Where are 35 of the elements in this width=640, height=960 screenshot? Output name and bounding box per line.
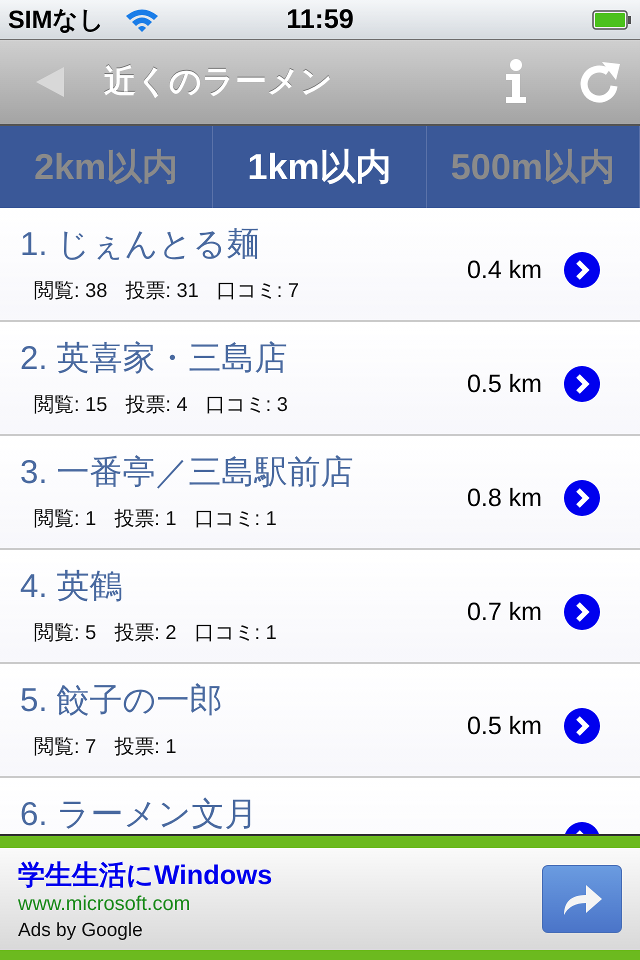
distance-label: 0.4 km: [466, 256, 542, 284]
wifi-icon: [124, 6, 160, 32]
shop-name: 1. じぇんとる麺: [20, 224, 261, 264]
stat-label: 投票: 1: [114, 735, 176, 760]
ad-headline[interactable]: 学生生活にWindows: [18, 856, 542, 892]
distance-label: 0.5 km: [466, 370, 542, 398]
shop-name: 5. 餃子の一郎: [20, 680, 224, 720]
clock-time: 11:59: [286, 4, 354, 35]
stat-label: 投票: 4: [125, 393, 188, 418]
stat-label: 投票: 2: [114, 621, 176, 646]
stat-label: 投票: 31: [125, 279, 199, 304]
distance-label: 0.8 km: [466, 484, 542, 512]
stat-label: 口コミ: 3: [206, 393, 288, 418]
stat-label: 口コミ: 7: [216, 279, 299, 304]
carrier-label: SIMなし: [8, 5, 104, 36]
stat-label: 閲覧: 7: [34, 735, 96, 760]
stat-label: 投票: 1: [114, 507, 176, 532]
distance-label: 0.7 km: [466, 598, 542, 626]
stat-label: 閲覧: 38: [34, 279, 108, 304]
stat-label: 口コミ: 1: [194, 507, 277, 532]
ad-url[interactable]: www.microsoft.com: [18, 892, 542, 916]
stat-label: 口コミ: 1: [194, 621, 277, 646]
shop-name: 6. ラーメン文月: [20, 794, 259, 834]
shop-name: 3. 一番亭／三島駅前店: [20, 452, 355, 492]
ad-banner[interactable]: 学生生活にWindows www.microsoft.com Ads by Google: [0, 834, 640, 960]
shop-name: 2. 英喜家・三島店: [20, 338, 289, 378]
ad-open-button[interactable]: [542, 865, 622, 933]
battery-icon: [592, 10, 632, 30]
stat-label: 閲覧: 5: [34, 621, 96, 646]
stat-label: 閲覧: 15: [34, 393, 108, 418]
shop-name: 4. 英鶴: [20, 566, 124, 606]
stat-label: 閲覧: 1: [34, 507, 96, 532]
screen-title: 近くのラーメン: [104, 62, 333, 101]
distance-label: 0.5 km: [466, 712, 542, 740]
ad-attribution: Ads by Google: [18, 920, 144, 942]
